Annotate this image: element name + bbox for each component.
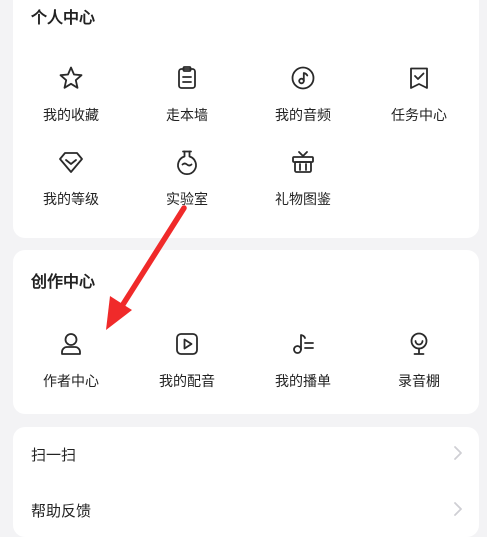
- gift-catalog-label: 礼物图鉴: [275, 192, 331, 208]
- task-check-icon: [410, 67, 428, 89]
- chevron-right-icon: [454, 502, 462, 516]
- my-audio-label: 我的音频: [275, 108, 331, 124]
- flask-icon: [177, 150, 197, 175]
- laboratory-button[interactable]: 实验室: [129, 148, 245, 209]
- star-icon: [59, 66, 83, 89]
- my-playlist-label: 我的播单: [275, 374, 331, 390]
- gift-catalog-button[interactable]: 礼物图鉴: [245, 148, 361, 209]
- task-center-button[interactable]: 任务中心: [361, 64, 477, 125]
- my-audio-button[interactable]: 我的音频: [245, 64, 361, 125]
- my-playlist-button[interactable]: 我的播单: [245, 330, 361, 391]
- creation-center-card: 创作中心 作者中心 我的配音 我的播单 录音棚: [13, 250, 479, 414]
- chevron-right-icon: [454, 446, 462, 460]
- settings-list-card: 扫一扫 帮助反馈: [13, 427, 479, 537]
- my-level-button[interactable]: 我的等级: [13, 148, 129, 209]
- recording-studio-label: 录音棚: [398, 374, 440, 390]
- gem-level-icon: [59, 152, 83, 173]
- music-note-icon: [291, 66, 315, 90]
- play-button-icon: [176, 333, 198, 355]
- task-center-label: 任务中心: [391, 108, 447, 124]
- help-feedback-label: 帮助反馈: [31, 502, 92, 520]
- gift-icon: [292, 151, 314, 173]
- my-dubbing-label: 我的配音: [159, 374, 215, 390]
- personal-center-title: 个人中心: [31, 8, 96, 27]
- author-center-label: 作者中心: [43, 374, 99, 390]
- laboratory-label: 实验室: [166, 192, 208, 208]
- personal-center-card: 个人中心 我的收藏 走本墙 我的音频 任务中心 我的等级 实验室 礼物图鉴: [13, 0, 479, 238]
- my-favorites-label: 我的收藏: [43, 108, 99, 124]
- scan-label: 扫一扫: [31, 446, 77, 464]
- my-favorites-button[interactable]: 我的收藏: [13, 64, 129, 125]
- clipboard-icon: [178, 66, 196, 89]
- my-level-label: 我的等级: [43, 192, 99, 208]
- microphone-icon: [410, 332, 428, 355]
- scan-row[interactable]: 扫一扫: [13, 427, 479, 481]
- recording-studio-button[interactable]: 录音棚: [361, 330, 477, 391]
- author-center-button[interactable]: 作者中心: [13, 330, 129, 391]
- playlist-note-icon: [293, 334, 314, 354]
- person-icon: [61, 333, 81, 355]
- book-wall-button[interactable]: 走本墙: [129, 64, 245, 125]
- my-dubbing-button[interactable]: 我的配音: [129, 330, 245, 391]
- book-wall-label: 走本墙: [166, 108, 208, 124]
- help-feedback-row[interactable]: 帮助反馈: [13, 483, 479, 537]
- creation-center-title: 创作中心: [31, 272, 96, 291]
